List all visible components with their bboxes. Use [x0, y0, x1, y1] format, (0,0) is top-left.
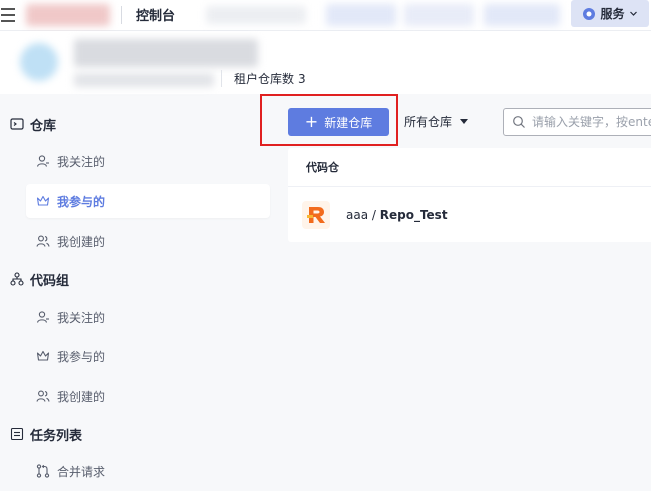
tenant-name-blurred — [74, 39, 258, 67]
crown-icon — [36, 350, 50, 361]
repo-logo-icon — [302, 201, 330, 229]
sidebar-item-label: 我创建的 — [57, 389, 106, 404]
sidebar-item-repos-joined[interactable]: 我参与的 — [26, 184, 270, 218]
sidebar-group-label: 仓库 — [30, 118, 57, 134]
tenant-repo-count-label: 租户仓库数 — [234, 72, 295, 86]
caret-down-icon — [460, 119, 469, 124]
nav-blurred-1 — [206, 6, 306, 24]
nav-blurred-4 — [484, 4, 560, 26]
users-icon — [36, 390, 50, 402]
services-label: 服务 — [600, 7, 625, 21]
top-bar: 控制台 服务 — [0, 0, 651, 31]
sidebar-item-label: 我关注的 — [57, 154, 106, 169]
nav-blurred-3 — [404, 4, 474, 26]
repo-filter-label: 所有仓库 — [404, 115, 453, 129]
repo-icon — [10, 118, 24, 130]
users-icon — [36, 235, 50, 247]
task-list-icon — [10, 427, 24, 441]
menu-icon[interactable] — [0, 5, 18, 25]
chevron-down-icon — [629, 11, 637, 16]
services-button[interactable]: 服务 — [571, 0, 649, 27]
merge-request-icon — [36, 464, 50, 478]
crown-icon — [36, 195, 50, 206]
repo-path-separator: / — [368, 208, 380, 222]
repo-filter-dropdown[interactable]: 所有仓库 — [404, 113, 469, 130]
sidebar-item-repos-created[interactable]: 我创建的 — [26, 224, 270, 258]
top-divider — [121, 6, 122, 24]
sidebar-group-code-groups[interactable]: 代码组 — [10, 269, 69, 289]
sidebar-item-label: 我创建的 — [57, 234, 106, 249]
sidebar-item-label: 我参与的 — [57, 349, 106, 364]
search-icon — [513, 116, 525, 128]
sidebar-item-label: 我关注的 — [57, 310, 106, 325]
tenant-repo-count-value: 3 — [298, 72, 306, 86]
tenant-id-blurred — [74, 73, 214, 87]
sidebar-group-tasks[interactable]: 任务列表 — [10, 424, 82, 444]
user-star-icon — [36, 155, 49, 167]
tenant-header: 租户仓库数 3 — [0, 31, 651, 94]
sidebar-item-label: 我参与的 — [57, 194, 106, 209]
sidebar-group-repos[interactable]: 仓库 — [10, 114, 56, 134]
nav-blurred-2 — [326, 4, 396, 26]
group-tree-icon — [10, 272, 24, 286]
tenant-avatar — [20, 43, 58, 81]
tenant-repo-count: 租户仓库数 3 — [221, 70, 306, 87]
repo-title: Repo_Test — [379, 208, 448, 222]
sidebar-item-repos-watched[interactable]: 我关注的 — [26, 144, 270, 178]
sidebar-item-groups-joined[interactable]: 我参与的 — [26, 339, 270, 373]
search-input[interactable] — [532, 115, 651, 129]
logo-blurred — [26, 4, 110, 26]
repo-row[interactable]: aaa / Repo_Test — [302, 200, 642, 230]
sidebar-item-groups-created[interactable]: 我创建的 — [26, 379, 270, 413]
highlight-annotation-box — [260, 94, 398, 146]
console-title[interactable]: 控制台 — [136, 5, 175, 24]
repo-list-panel: 代码仓 aaa / Repo_Test — [288, 148, 651, 242]
sidebar-group-label: 任务列表 — [30, 428, 83, 444]
repo-owner: aaa — [346, 208, 369, 222]
search-box[interactable] — [503, 108, 651, 136]
sidebar-item-label: 合并请求 — [57, 464, 106, 479]
user-star-icon — [36, 311, 49, 323]
cloud-service-icon — [583, 7, 596, 20]
sidebar-group-label: 代码组 — [30, 273, 70, 289]
panel-divider — [288, 186, 651, 187]
sidebar-item-groups-watched[interactable]: 我关注的 — [26, 300, 270, 334]
sidebar-item-merge-requests[interactable]: 合并请求 — [26, 454, 270, 488]
repo-list-heading: 代码仓 — [306, 161, 339, 174]
repo-name[interactable]: aaa / Repo_Test — [346, 208, 448, 222]
